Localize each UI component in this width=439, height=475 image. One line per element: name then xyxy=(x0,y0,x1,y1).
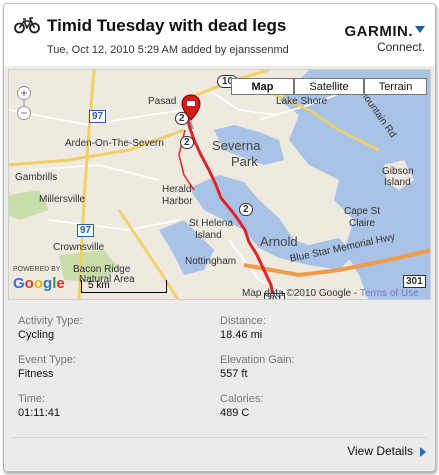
stat-label: Elevation Gain: xyxy=(220,354,295,366)
route-2-shield-mid: 2 xyxy=(180,136,194,149)
garmin-triangle-icon xyxy=(415,26,425,33)
map-type-satellite-button[interactable]: Satellite xyxy=(294,78,364,95)
activity-header: Timid Tuesday with dead legs Tue, Oct 12… xyxy=(4,4,435,66)
label-severna: Severna xyxy=(212,138,261,153)
map-data-credit: Map data ©2010 Google - xyxy=(242,288,360,299)
route-97-shield-south: 97 xyxy=(77,224,95,237)
label-millersville: Millersville xyxy=(39,194,86,205)
terms-of-use-link[interactable]: Terms of Use xyxy=(360,288,419,299)
label-park: Park xyxy=(231,154,258,169)
google-letter-4: g xyxy=(43,275,53,292)
google-letter-1: G xyxy=(13,275,25,292)
google-letter-6: e xyxy=(56,275,65,292)
map-scale-label: 5 km xyxy=(88,280,110,291)
route-97-shield-north: 97 xyxy=(89,110,107,123)
label-lake-shore: Lake Shore xyxy=(276,96,328,107)
google-letter-2: o xyxy=(24,275,34,292)
stat-activity-type: Activity Type: Cycling xyxy=(18,314,208,342)
stat-value: 18.46 mi xyxy=(220,329,263,341)
stat-value: Cycling xyxy=(18,329,55,341)
stat-event-type: Event Type: Fitness xyxy=(18,353,208,381)
garmin-wordmark: GARMIN. xyxy=(344,23,413,40)
map-scale-bar: 5 km xyxy=(81,280,167,293)
stat-label: Event Type: xyxy=(18,354,76,366)
map-type-terrain-button[interactable]: Terrain xyxy=(364,78,427,95)
activity-widget: Timid Tuesday with dead legs Tue, Oct 12… xyxy=(3,3,436,472)
label-st-helena-island: Island xyxy=(195,230,222,241)
stat-calories: Calories: 489 C xyxy=(220,392,410,420)
label-gibson: Gibson xyxy=(382,166,414,177)
stat-distance: Distance: 18.46 mi xyxy=(220,314,410,342)
route-2-shield-south: 2 xyxy=(239,203,253,216)
stat-label: Calories: xyxy=(220,393,264,405)
stat-elevation-gain: Elevation Gain: 557 ft xyxy=(220,353,410,381)
map-credit: Map data ©2010 Google - Terms of Use xyxy=(242,288,419,299)
zoom-out-button[interactable]: − xyxy=(17,106,31,120)
stat-value: 01:11:41 xyxy=(18,407,61,419)
connect-wordmark: Connect. xyxy=(376,40,425,54)
label-cape: Cape St xyxy=(344,206,381,217)
label-harbor: Harbor xyxy=(162,196,193,207)
chevron-right-icon[interactable] xyxy=(420,447,426,457)
bicycle-icon xyxy=(14,17,40,34)
start-marker-icon[interactable] xyxy=(180,94,202,130)
powered-by-text: POWERED BY xyxy=(13,266,61,273)
label-claire: Claire xyxy=(349,218,376,229)
label-pasadena: Pasad xyxy=(148,96,177,107)
garmin-connect-logo[interactable]: GARMIN. Connect. xyxy=(344,23,425,54)
google-logo[interactable]: Google xyxy=(13,275,65,292)
label-gibson-island: Island xyxy=(384,177,411,188)
stat-value: Fitness xyxy=(18,368,54,380)
stat-label: Distance: xyxy=(220,315,266,327)
activity-meta: Tue, Oct 12, 2010 5:29 AM added by ejans… xyxy=(47,44,289,56)
stat-value: 557 ft xyxy=(220,368,248,380)
view-details-link[interactable]: View Details xyxy=(347,444,413,458)
google-letter-3: o xyxy=(33,275,44,292)
label-st-helena: St Helena xyxy=(189,218,233,229)
zoom-in-button[interactable]: + xyxy=(17,86,31,100)
activity-title: Timid Tuesday with dead legs xyxy=(47,16,287,35)
stat-time: Time: 01:11:41 xyxy=(18,392,208,420)
footer-divider xyxy=(12,437,427,438)
route-map[interactable]: Pasad Lake Shore Mountain Rd Arden-On-Th… xyxy=(8,69,431,300)
label-arnold: Arnold xyxy=(260,234,298,249)
stat-value: 489 C xyxy=(220,407,250,419)
label-gambrills: Gambrills xyxy=(15,172,58,183)
label-crownsville: Crownsville xyxy=(53,242,105,253)
stat-label: Activity Type: xyxy=(18,315,83,327)
stat-label: Time: xyxy=(18,393,46,405)
route-301-shield: 301 xyxy=(403,275,426,288)
label-arden: Arden-On-The-Severn xyxy=(65,138,164,149)
map-type-map-button[interactable]: Map xyxy=(231,78,294,95)
label-herald: Herald xyxy=(162,184,192,195)
label-nottingham: Nottingham xyxy=(185,256,237,267)
